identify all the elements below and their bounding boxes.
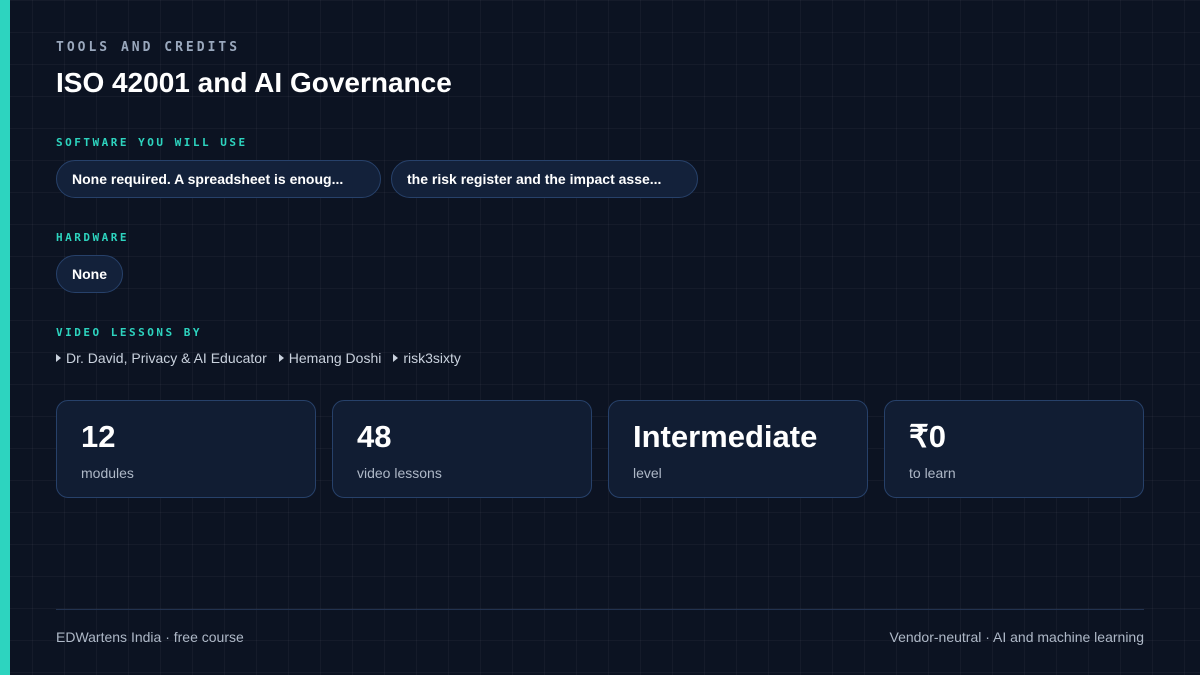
footer-right-text: Vendor-neutral · AI and machine learning [889, 629, 1145, 645]
instructor-item: risk3sixty [393, 350, 461, 366]
eyebrow-label: TOOLS AND CREDITS [56, 40, 241, 55]
software-chip[interactable]: the risk register and the impact asse... [391, 160, 698, 198]
footer-divider [56, 609, 1144, 610]
instructor-item: Dr. David, Privacy & AI Educator [56, 350, 267, 366]
page-title: ISO 42001 and AI Governance [56, 67, 452, 98]
stat-card-lessons: 48 video lessons [332, 400, 592, 498]
stat-label: video lessons [357, 465, 442, 481]
stat-value: ₹0 [909, 419, 946, 454]
hardware-chip-list: None [56, 255, 123, 293]
footer-left-text: EDWartens India · free course [56, 629, 244, 645]
stat-value: 12 [81, 419, 116, 454]
video-section-label: VIDEO LESSONS BY [56, 326, 202, 339]
stat-label: level [633, 465, 662, 481]
hardware-chip[interactable]: None [56, 255, 123, 293]
stat-card-level: Intermediate level [608, 400, 868, 498]
stats-row: 12 modules 48 video lessons Intermediate… [56, 400, 1144, 498]
stat-value: Intermediate [633, 419, 818, 454]
instructor-item: Hemang Doshi [278, 350, 382, 366]
hardware-section-label: HARDWARE [56, 231, 129, 244]
software-chip[interactable]: None required. A spreadsheet is enoug... [56, 160, 381, 198]
caret-right-icon [56, 354, 61, 362]
instructor-name: Hemang Doshi [288, 350, 382, 366]
caret-right-icon [278, 354, 284, 362]
stat-label: modules [81, 465, 134, 481]
stat-label: to learn [909, 465, 956, 481]
instructor-list: Dr. David, Privacy & AI Educator Hemang … [56, 350, 461, 366]
stat-value: 48 [357, 419, 392, 454]
instructor-name: Dr. David, Privacy & AI Educator [66, 350, 267, 366]
stat-card-price: ₹0 to learn [884, 400, 1144, 498]
caret-right-icon [393, 354, 399, 362]
accent-bar [0, 0, 10, 675]
software-chip-list: None required. A spreadsheet is enoug...… [56, 160, 698, 198]
instructor-name: risk3sixty [403, 350, 461, 366]
stat-card-modules: 12 modules [56, 400, 316, 498]
software-section-label: SOFTWARE YOU WILL USE [56, 136, 248, 149]
